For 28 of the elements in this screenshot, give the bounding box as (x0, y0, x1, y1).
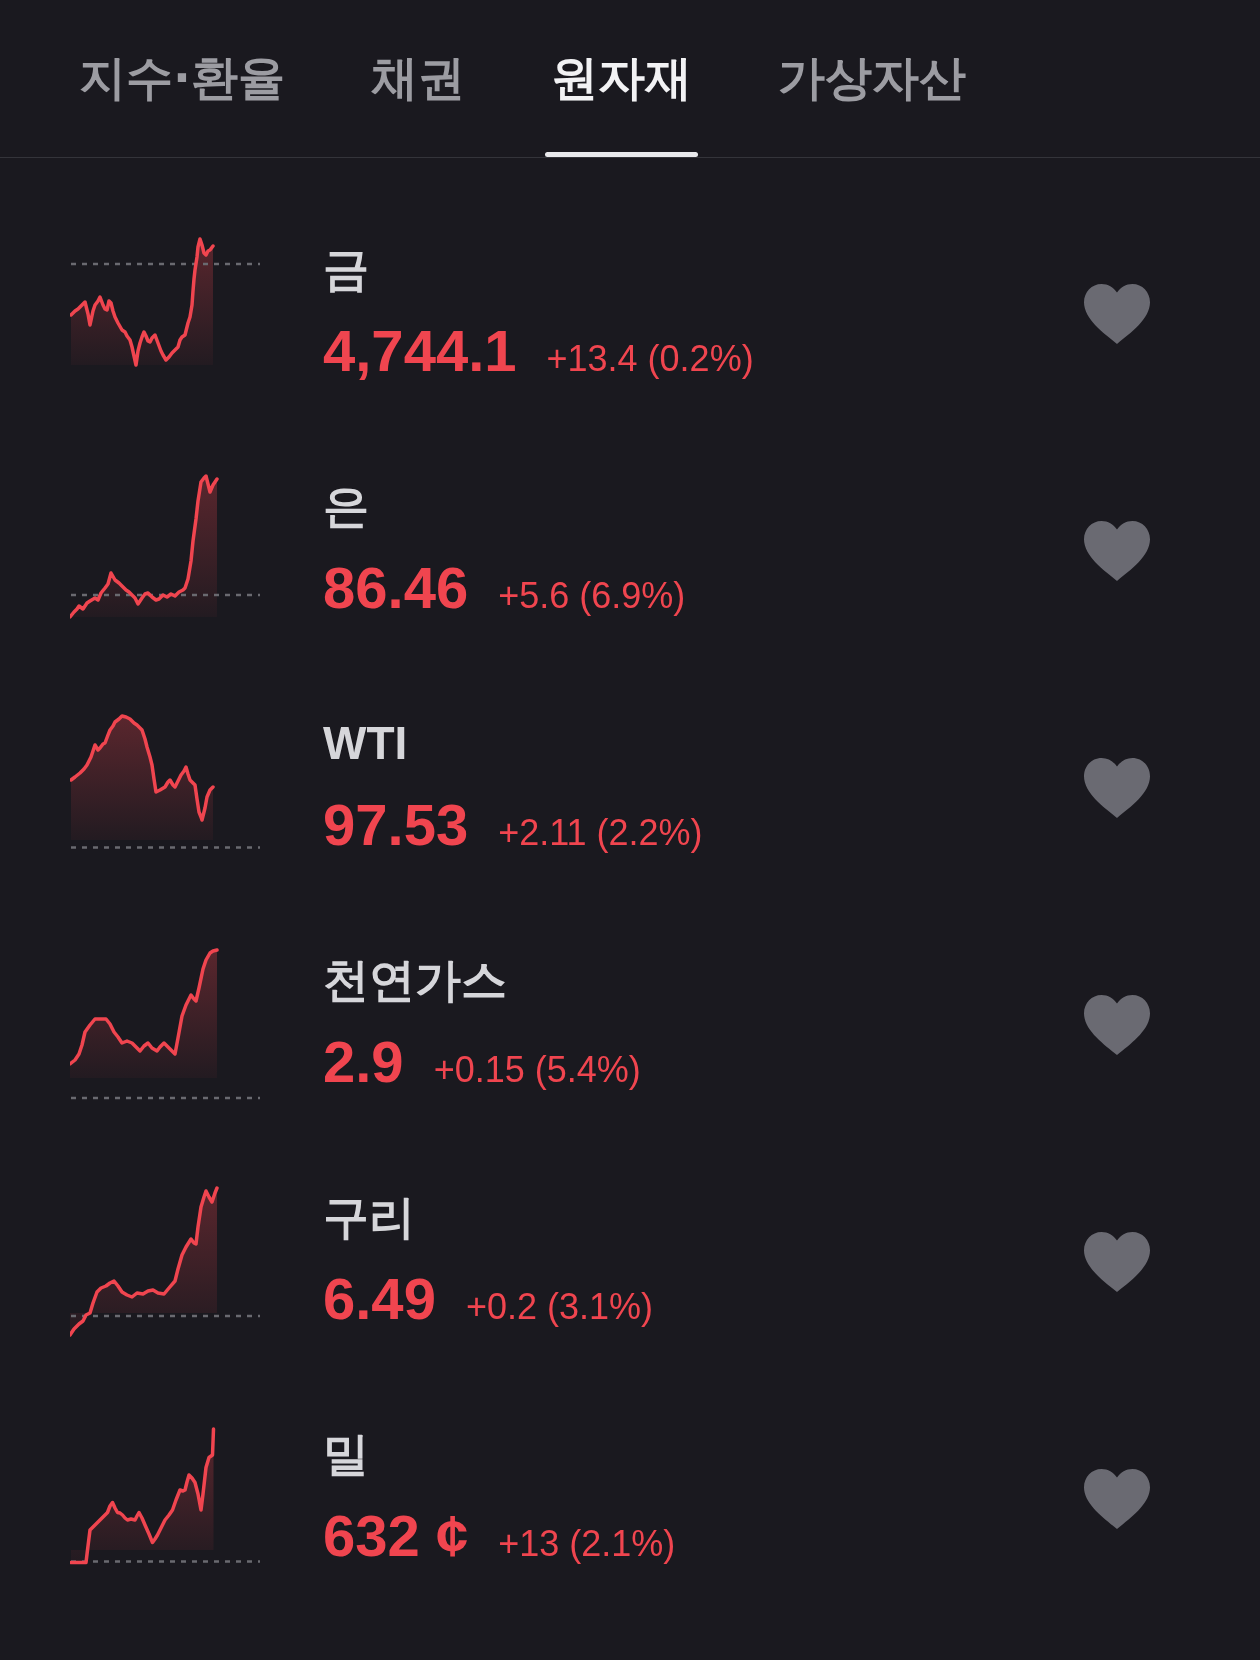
price-value: 2.9 (323, 1028, 404, 1096)
commodity-name: 금 (323, 242, 369, 297)
price-value: 97.53 (323, 791, 469, 859)
tab[interactable]: 지수·환율 (73, 0, 291, 157)
price-change: +5.6 (6.9%) (498, 574, 686, 618)
commodity-name: 천연가스 (323, 953, 507, 1008)
price-value: 86.46 (323, 554, 469, 622)
commodity-name: WTI (323, 716, 408, 771)
tab[interactable]: 가상자산 (771, 0, 972, 157)
tab[interactable]: 채권 (364, 0, 471, 157)
commodity-name: 밀 (323, 1427, 369, 1482)
heart-icon[interactable] (1084, 283, 1150, 344)
price-change: +13 (2.1%) (498, 1522, 676, 1566)
price-change: +2.11 (2.2%) (498, 811, 703, 855)
commodity-name: 은 (323, 479, 369, 534)
price-value: 4,744.1 (323, 317, 517, 385)
heart-icon[interactable] (1084, 520, 1150, 581)
heart-icon[interactable] (1084, 994, 1150, 1055)
heart-icon[interactable] (1084, 1468, 1150, 1529)
price-value: 632 ¢ (323, 1502, 469, 1570)
heart-icon[interactable] (1084, 757, 1150, 818)
price-change: +13.4 (0.2%) (546, 337, 754, 381)
commodity-name: 구리 (323, 1190, 415, 1245)
price-change: +0.15 (5.4%) (433, 1048, 641, 1092)
heart-icon[interactable] (1084, 1231, 1150, 1292)
tab[interactable]: 원자재 (544, 0, 698, 157)
price-value: 6.49 (323, 1265, 436, 1333)
price-change: +0.2 (3.1%) (465, 1285, 653, 1329)
